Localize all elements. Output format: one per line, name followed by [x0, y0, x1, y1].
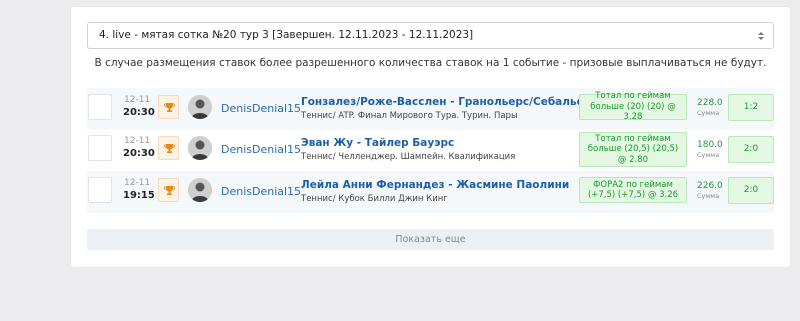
event-league: Теннис/ Кубок Билли Джин Кинг: [301, 194, 448, 204]
bet-amount-label: Сумма: [697, 192, 720, 200]
bet-amount: 228.0: [697, 98, 723, 108]
bet-row: 12-11 20:30 DenisDenial15 Гонзалез/Роже-…: [87, 88, 774, 130]
row-checkbox[interactable]: [88, 94, 112, 120]
bet-time: 20:30: [123, 107, 155, 118]
bet-outcome-badge: Тотал по геймам больше (20,5) (20,5) @ 2…: [579, 132, 687, 167]
event-title-link[interactable]: Лейла Анни Фернандез - Жасмине Паолини: [301, 179, 569, 191]
bet-date: 12-11: [124, 95, 151, 105]
bet-time: 20:30: [123, 148, 155, 159]
select-updown-icon: [758, 32, 764, 40]
bet-time: 19:15: [123, 190, 155, 201]
bets-panel: 4. live - мятая сотка №20 тур 3 [Заверше…: [71, 7, 790, 267]
event-league: Теннис/ Челленджер. Шампейн. Квалификаци…: [301, 152, 516, 162]
bet-outcome-badge: Тотал по геймам больше (20) (20) @ 3.28: [579, 91, 687, 122]
user-name-link[interactable]: DenisDenial15: [221, 102, 301, 115]
event-title-link[interactable]: Эван Жу - Тайлер Бауэрс: [301, 137, 454, 149]
show-more-button[interactable]: Показать еще: [87, 229, 774, 250]
bet-amount: 226.0: [697, 181, 723, 191]
row-checkbox[interactable]: [88, 177, 112, 203]
bet-date: 12-11: [124, 178, 151, 188]
user-avatar[interactable]: [188, 136, 212, 160]
match-score-badge: 1:2: [728, 94, 774, 121]
row-checkbox[interactable]: [88, 135, 112, 161]
trophy-icon: [158, 136, 179, 160]
bet-row: 12-11 19:15 DenisDenial15 Лейла Анни Фер…: [87, 171, 774, 213]
tournament-select[interactable]: 4. live - мятая сотка №20 тур 3 [Заверше…: [87, 22, 774, 49]
bet-amount-label: Сумма: [697, 109, 720, 117]
bet-amount-label: Сумма: [697, 151, 720, 159]
user-name-link[interactable]: DenisDenial15: [221, 143, 301, 156]
event-league: Теннис/ ATP. Финал Мирового Тура. Турин.…: [301, 111, 518, 121]
trophy-icon: [158, 178, 179, 202]
user-avatar[interactable]: [188, 95, 212, 119]
trophy-icon: [158, 95, 179, 119]
event-title-link[interactable]: Гонзалез/Роже-Васслен - Гранольерс/Себал…: [301, 96, 590, 108]
bet-amount: 180.0: [697, 140, 723, 150]
bet-row: 12-11 20:30 DenisDenial15 Эван Жу - Тайл…: [87, 129, 774, 171]
rules-notice: В случае размещения ставок более разреше…: [94, 57, 767, 69]
bet-date: 12-11: [124, 136, 151, 146]
match-score-badge: 2:0: [728, 177, 774, 204]
tournament-select-value: 4. live - мятая сотка №20 тур 3 [Заверше…: [99, 29, 474, 41]
user-avatar[interactable]: [188, 178, 212, 202]
bet-outcome-badge: ФОРА2 по геймам (+7,5) (+7,5) @ 3.26: [579, 177, 687, 203]
match-score-badge: 2:0: [728, 136, 774, 163]
user-name-link[interactable]: DenisDenial15: [221, 185, 301, 198]
